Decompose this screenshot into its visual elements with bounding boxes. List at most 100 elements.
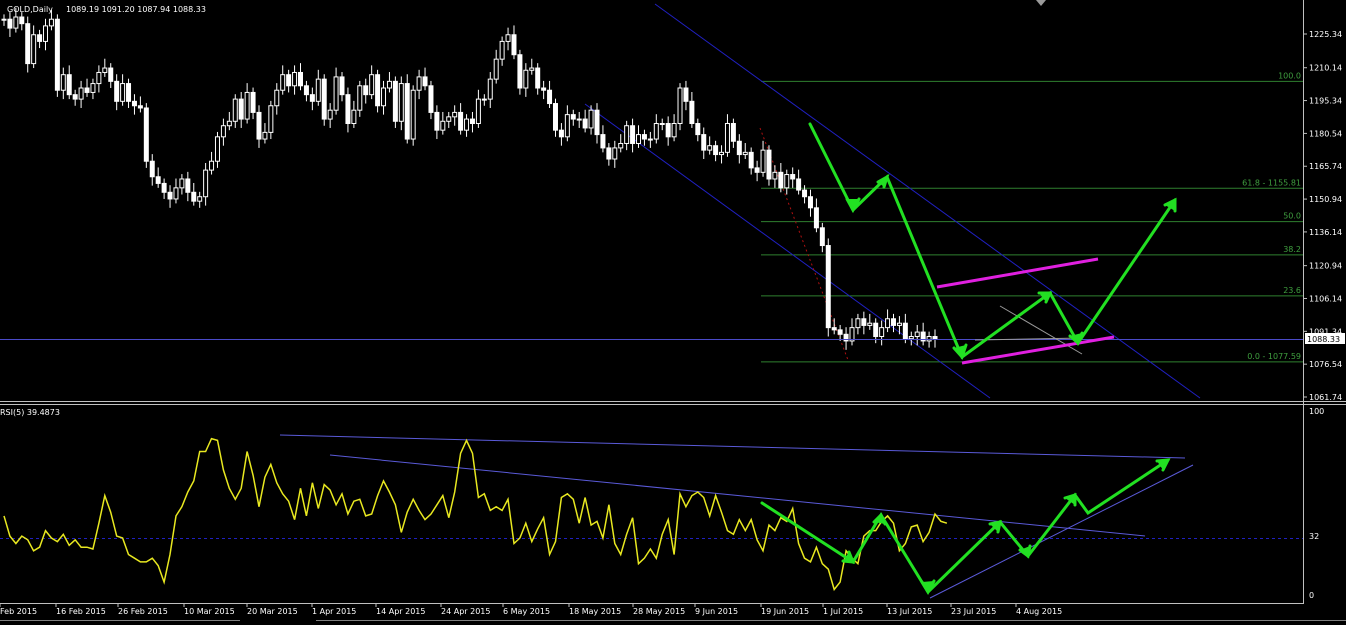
candle-body	[558, 129, 564, 138]
triangle-pattern[interactable]	[974, 305, 1083, 355]
candle-body	[588, 109, 594, 129]
candle-body	[564, 114, 570, 138]
price-tick-label: 1061.74	[1309, 393, 1342, 402]
candle-body	[250, 91, 256, 113]
candle-body	[802, 189, 808, 198]
rsi-scale-label: 100	[1309, 407, 1324, 416]
candle-body	[96, 71, 102, 85]
candle-body	[410, 89, 416, 140]
candle-body	[43, 25, 49, 42]
candle-body	[796, 178, 802, 191]
time-tick-label: 16 Feb 2015	[56, 607, 106, 616]
candle-body	[523, 69, 529, 89]
candle-body	[511, 34, 517, 56]
candle-body	[226, 120, 232, 127]
rsi-trendlines[interactable]	[279, 434, 1194, 599]
time-tick-label: 28 May 2015	[633, 607, 685, 616]
candle-body	[481, 98, 487, 101]
price-chart[interactable]: 100.0 61.8 - 1155.81 50.0 38.2 23.6 0.0 - 107…	[0, 0, 1346, 624]
candle-body	[78, 87, 84, 100]
candle-body	[197, 196, 203, 202]
candle-body	[214, 136, 220, 162]
candle-body	[191, 191, 197, 202]
fibonacci-retracement[interactable]: 100.0 61.8 - 1155.81 50.0 38.2 23.6 0.0 - 107…	[761, 71, 1303, 363]
rsi-scale-label: 0	[1309, 591, 1314, 600]
time-tick-label: Feb 2015	[0, 607, 37, 616]
time-axis: Feb 2015 16 Feb 2015 26 Feb 2015 10 Mar 201…	[0, 603, 1062, 616]
candle-body	[529, 67, 535, 71]
candle-body	[422, 76, 428, 87]
candle-body	[274, 89, 280, 107]
candle-body	[535, 67, 541, 89]
candle-body	[618, 142, 624, 149]
time-tick-label: 1 Jul 2015	[823, 607, 863, 616]
candle-body	[386, 80, 392, 89]
scroll-marker-icon[interactable]	[1036, 0, 1046, 6]
candle-body	[908, 336, 914, 340]
candle-body	[493, 58, 499, 80]
candle-body	[363, 85, 369, 96]
rsi-axis: 100 32 0	[1309, 407, 1324, 600]
price-tick-label: 1195.34	[1309, 97, 1342, 106]
candle-body	[873, 322, 879, 338]
fib-level-label: 38.2	[1283, 245, 1301, 254]
candle-body	[630, 125, 636, 144]
candle-body	[357, 85, 363, 111]
candle-body	[209, 160, 215, 171]
candle-body	[819, 227, 825, 247]
chart-tab[interactable]	[0, 620, 240, 625]
candle-body	[825, 245, 831, 329]
candle-body	[612, 147, 618, 160]
time-tick-label: 20 Mar 2015	[247, 607, 298, 616]
candle-body	[309, 94, 315, 102]
ohlc-readout: 1089.19 1091.20 1087.94 1088.33	[66, 5, 206, 14]
time-tick-label: 4 Aug 2015	[1016, 607, 1062, 616]
candle-body	[185, 178, 191, 193]
bottom-strip	[0, 620, 1346, 625]
candle-body	[784, 174, 790, 189]
candle-body	[303, 85, 309, 96]
time-tick-label: 6 May 2015	[503, 607, 550, 616]
candle-body	[339, 76, 345, 96]
candle-body	[748, 151, 754, 169]
scrollbar[interactable]	[316, 620, 1346, 625]
candle-body	[37, 34, 43, 42]
time-tick-label: 24 Apr 2015	[441, 607, 490, 616]
candle-body	[179, 178, 185, 189]
candle-body	[440, 120, 446, 131]
candle-body	[108, 67, 114, 82]
price-axis: 1225.34 1210.14 1195.34 1180.54 1165.74 1150.…	[1303, 30, 1342, 402]
candle-body	[392, 80, 398, 122]
candle-body	[72, 94, 78, 100]
candle-body	[926, 336, 932, 342]
fib-level-label: 61.8 - 1155.81	[1242, 178, 1301, 187]
rsi-scale-label: 32	[1309, 532, 1319, 541]
candle-body	[351, 109, 357, 125]
candle-body	[885, 318, 891, 329]
candle-body	[896, 322, 902, 326]
current-price-text: 1088.33	[1307, 335, 1340, 344]
candle-body	[647, 138, 653, 141]
candle-body	[31, 34, 37, 65]
candle-body	[867, 322, 873, 326]
candle-body	[256, 111, 262, 140]
time-tick-label: 10 Mar 2015	[184, 607, 235, 616]
candle-body	[570, 114, 576, 120]
candle-body	[701, 134, 707, 151]
candle-body	[665, 123, 671, 138]
candle-body	[505, 34, 511, 42]
candle-body	[754, 167, 760, 173]
candle-body	[102, 67, 108, 73]
candle-body	[452, 111, 458, 118]
candle-body	[434, 111, 440, 131]
rsi-forecast-arrows[interactable]	[760, 458, 1171, 596]
candle-body	[914, 331, 920, 338]
candle-body	[161, 182, 167, 193]
price-tick-label: 1165.74	[1309, 162, 1342, 171]
candle-body	[837, 329, 843, 335]
price-tick-label: 1136.14	[1309, 228, 1342, 237]
candle-body	[381, 87, 387, 107]
candle-body	[719, 151, 725, 156]
candle-body	[398, 83, 404, 122]
candle-body	[736, 140, 742, 156]
